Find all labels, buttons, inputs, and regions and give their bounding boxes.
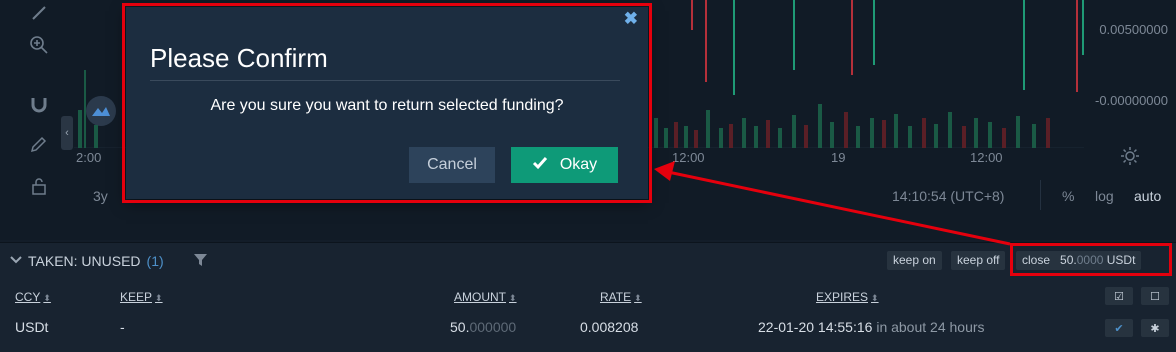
chart-settings-icon[interactable] [1120, 146, 1140, 171]
filter-icon[interactable] [194, 254, 207, 272]
sort-icon: ⬍ [871, 293, 879, 303]
annotation-box-dialog [122, 3, 652, 203]
select-all-checkbox-icon[interactable]: ☑ [1105, 287, 1133, 305]
taken-unused-panel: TAKEN: UNUSED (1) keep on keep off close… [0, 242, 1176, 352]
cell-amount: 50.000000 [450, 319, 517, 335]
log-scale-toggle[interactable]: log [1095, 188, 1114, 204]
divider [1040, 180, 1041, 210]
zoom-in-icon[interactable] [26, 32, 52, 58]
percent-scale-toggle[interactable]: % [1062, 188, 1074, 204]
cell-rate: 0.008208 [580, 319, 639, 335]
row-select-check-icon[interactable]: ✔ [1105, 319, 1133, 337]
x-axis-label: 19 [831, 150, 846, 165]
x-axis-label: 12:00 [970, 150, 1003, 165]
column-header-keep[interactable]: KEEP ⬍ [120, 290, 163, 304]
annotation-box-close [1010, 243, 1172, 276]
deselect-all-checkbox-icon[interactable]: ☐ [1141, 287, 1169, 305]
keep-on-button[interactable]: keep on [887, 251, 942, 270]
auto-scale-toggle[interactable]: auto [1134, 188, 1161, 204]
toolbar-collapse-tab[interactable]: ‹ [61, 116, 73, 150]
range-3y-button[interactable]: 3y [93, 188, 108, 204]
cell-expires: 22-01-20 14:55:16 in about 24 hours [758, 319, 985, 335]
chevron-down-icon[interactable] [10, 255, 22, 267]
cell-keep: - [120, 319, 125, 335]
y-axis-label-lower: -0.00000000 [1094, 93, 1168, 108]
x-axis-label: 2:00 [76, 150, 102, 165]
row-options-asterisk-icon[interactable]: ✱ [1141, 319, 1169, 337]
magnet-icon[interactable] [26, 91, 52, 117]
ruler-icon[interactable] [26, 0, 52, 26]
panel-header[interactable]: TAKEN: UNUSED (1) [10, 253, 164, 269]
sort-icon: ⬍ [509, 293, 517, 303]
cell-ccy: USDt [15, 319, 49, 335]
unlock-icon[interactable] [26, 173, 52, 199]
y-axis-label-upper: 0.00500000 [1099, 22, 1168, 37]
sort-icon: ⬍ [155, 293, 163, 303]
x-axis-label: 12:00 [672, 150, 705, 165]
sort-icon: ⬍ [43, 293, 51, 303]
column-header-ccy[interactable]: CCY ⬍ [15, 290, 51, 304]
chart-clock: 14:10:54 (UTC+8) [892, 188, 1005, 204]
column-header-amount[interactable]: AMOUNT ⬍ [454, 290, 517, 304]
column-header-rate[interactable]: RATE ⬍ [600, 290, 642, 304]
keep-off-button[interactable]: keep off [951, 251, 1006, 270]
candle-wicks [691, 0, 1084, 95]
sort-icon: ⬍ [634, 293, 642, 303]
column-header-expires[interactable]: EXPIRES ⬍ [816, 290, 879, 304]
panel-title: TAKEN: UNUSED [28, 253, 141, 269]
panel-count: (1) [146, 253, 164, 269]
pencil-lock-icon[interactable] [26, 131, 52, 157]
